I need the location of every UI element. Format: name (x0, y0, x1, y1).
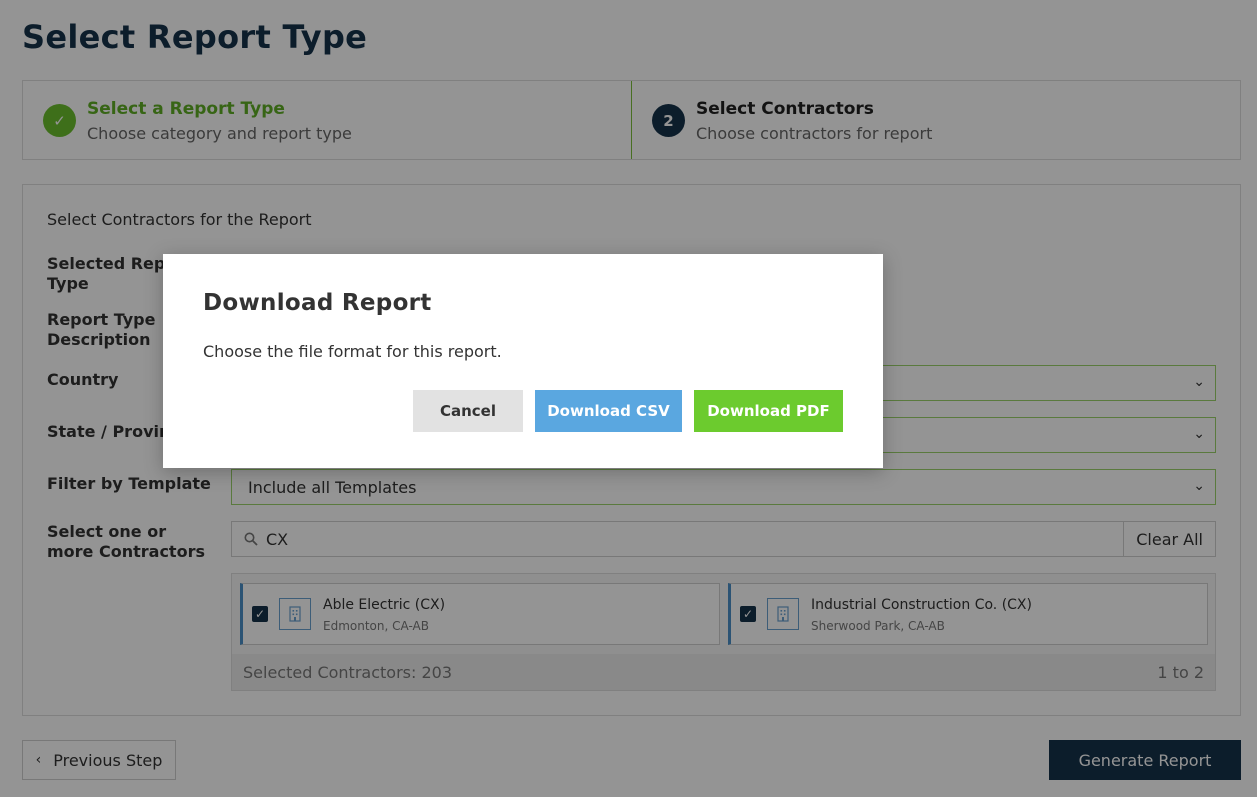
modal-title: Download Report (203, 290, 432, 316)
download-report-modal: Download Report Choose the file format f… (163, 254, 883, 468)
download-pdf-button[interactable]: Download PDF (694, 390, 843, 432)
cancel-button[interactable]: Cancel (413, 390, 523, 432)
modal-text: Choose the file format for this report. (203, 342, 502, 361)
download-csv-button[interactable]: Download CSV (535, 390, 682, 432)
